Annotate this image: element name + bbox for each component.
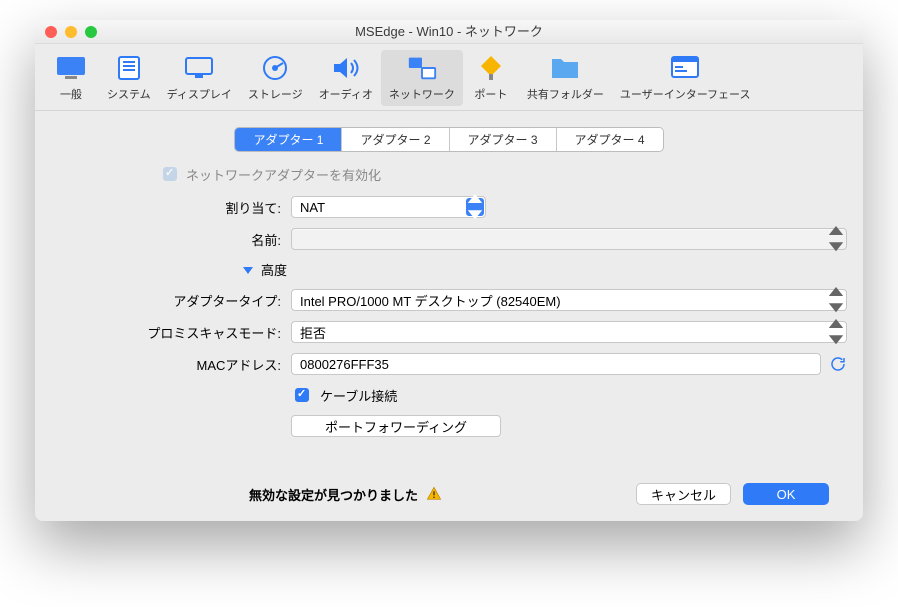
attached-value: NAT — [300, 200, 325, 215]
dropdown-arrows-icon — [466, 198, 484, 216]
promisc-label: プロミスキャスモード: — [51, 323, 291, 342]
mac-label: MACアドレス: — [51, 355, 291, 374]
dropdown-arrows-icon — [827, 323, 845, 341]
zoom-icon[interactable] — [85, 26, 97, 38]
advanced-disclosure[interactable]: 高度 — [243, 260, 287, 279]
toolbar-audio[interactable]: オーディオ — [311, 50, 381, 106]
tab-adapter-4[interactable]: アダプター 4 — [557, 128, 663, 151]
adapter-type-value: Intel PRO/1000 MT デスクトップ (82540EM) — [300, 291, 561, 310]
attached-label: 割り当て: — [51, 198, 291, 217]
toolbar-display[interactable]: ディスプレイ — [159, 50, 240, 106]
toolbar-ports[interactable]: ポート — [463, 50, 519, 106]
tab-adapter-2[interactable]: アダプター 2 — [342, 128, 449, 151]
toolbar-general[interactable]: 一般 — [43, 50, 99, 106]
adapter-type-select[interactable]: Intel PRO/1000 MT デスクトップ (82540EM) — [291, 289, 847, 311]
name-label: 名前: — [51, 230, 291, 249]
enable-adapter-row: ネットワークアダプターを有効化 — [159, 164, 847, 184]
toolbar-storage[interactable]: ストレージ — [240, 50, 311, 106]
toolbar-system[interactable]: システム — [99, 50, 159, 106]
adapter-type-label: アダプタータイプ: — [51, 291, 291, 310]
storage-icon — [259, 52, 291, 84]
promisc-value: 拒否 — [300, 323, 326, 342]
attached-select[interactable]: NAT — [291, 196, 486, 218]
audio-icon — [330, 52, 362, 84]
minimize-icon[interactable] — [65, 26, 77, 38]
ports-icon — [475, 52, 507, 84]
network-icon — [406, 52, 438, 84]
triangle-down-icon — [243, 265, 253, 275]
toolbar-shared[interactable]: 共有フォルダー — [519, 50, 612, 106]
titlebar[interactable]: MSEdge - Win10 - ネットワーク — [35, 20, 863, 44]
tab-adapter-3[interactable]: アダプター 3 — [450, 128, 557, 151]
display-icon — [183, 52, 215, 84]
warning-icon — [426, 486, 442, 502]
ok-button[interactable]: OK — [743, 483, 829, 505]
enable-adapter-checkbox[interactable] — [163, 167, 177, 181]
ui-icon — [669, 52, 701, 84]
cable-label: ケーブル接続 — [320, 386, 397, 405]
adapter-tabs: アダプター 1アダプター 2アダプター 3アダプター 4 — [51, 127, 847, 152]
mac-input[interactable] — [291, 353, 821, 375]
settings-window: MSEdge - Win10 - ネットワーク 一般システムディスプレイストレー… — [35, 20, 863, 521]
port-forwarding-button[interactable]: ポートフォワーディング — [291, 415, 501, 437]
system-icon — [113, 52, 145, 84]
window-title: MSEdge - Win10 - ネットワーク — [355, 24, 543, 39]
promisc-select[interactable]: 拒否 — [291, 321, 847, 343]
invalid-settings-text: 無効な設定が見つかりました — [249, 485, 418, 504]
traffic-lights — [45, 26, 97, 38]
refresh-mac-button[interactable] — [829, 355, 847, 373]
dropdown-arrows-icon — [827, 291, 845, 309]
footer: 無効な設定が見つかりました キャンセル OK — [51, 447, 847, 521]
close-icon[interactable] — [45, 26, 57, 38]
cable-checkbox[interactable] — [295, 388, 309, 402]
tab-adapter-1[interactable]: アダプター 1 — [235, 128, 342, 151]
cancel-button[interactable]: キャンセル — [636, 483, 731, 505]
general-icon — [55, 52, 87, 84]
name-select[interactable] — [291, 228, 847, 250]
toolbar-ui[interactable]: ユーザーインターフェース — [612, 50, 759, 106]
content-area: アダプター 1アダプター 2アダプター 3アダプター 4 ネットワークアダプター… — [35, 111, 863, 521]
enable-adapter-label: ネットワークアダプターを有効化 — [186, 165, 381, 184]
toolbar-network[interactable]: ネットワーク — [381, 50, 463, 106]
toolbar: 一般システムディスプレイストレージオーディオネットワークポート共有フォルダーユー… — [35, 44, 863, 111]
shared-icon — [549, 52, 581, 84]
dropdown-arrows-icon — [827, 230, 845, 248]
